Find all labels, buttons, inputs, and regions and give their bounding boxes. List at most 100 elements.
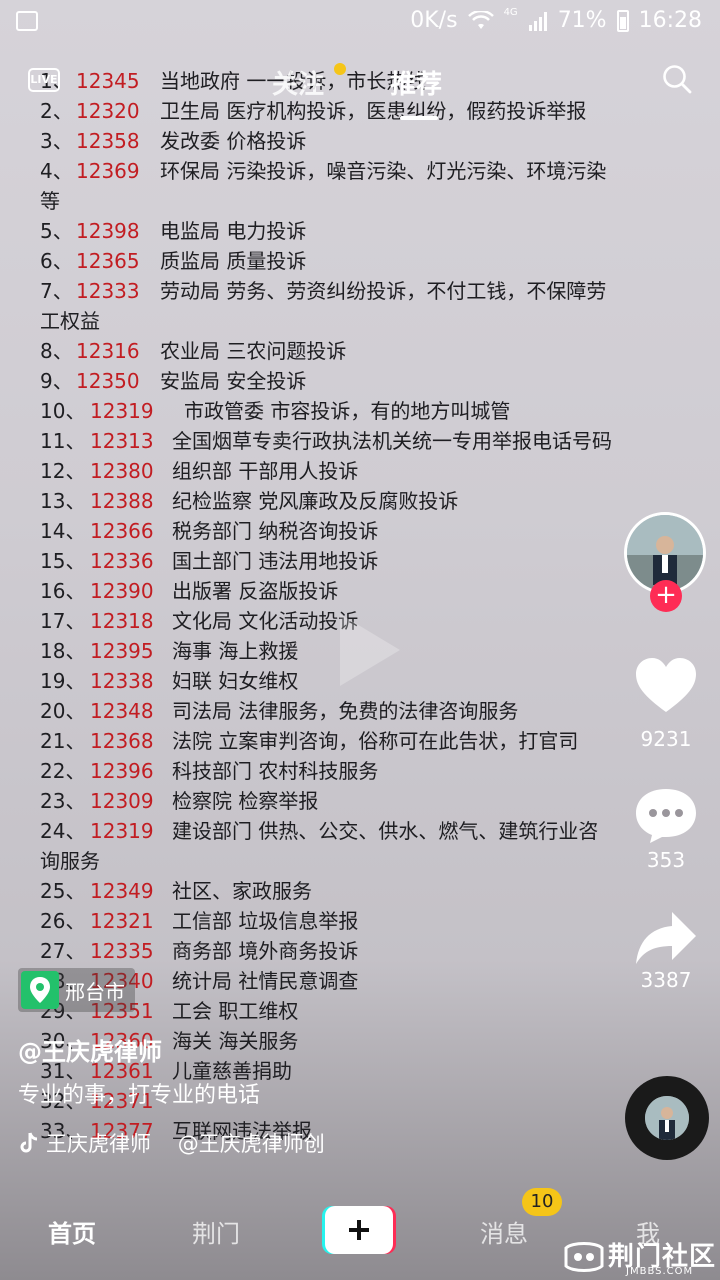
- list-item: 14、 12366 税务部门 纳税咨询投诉: [0, 516, 720, 546]
- list-item-number: 5、: [40, 219, 73, 243]
- list-item-description: 妇联 妇女维权: [172, 669, 299, 693]
- list-item-description: 工会 职工维权: [172, 999, 299, 1023]
- live-button[interactable]: LIVE: [24, 62, 64, 98]
- list-item-number: 18、: [40, 639, 86, 663]
- list-item-continuation: 工权益: [40, 309, 100, 333]
- list-item: 22、 12396 科技部门 农村科技服务: [0, 756, 720, 786]
- list-item: 5、 12398 电监局 电力投诉: [0, 216, 720, 246]
- nav-home[interactable]: 首页: [48, 1214, 96, 1249]
- list-item-code: 12313: [90, 429, 154, 453]
- share-icon[interactable]: [634, 910, 698, 966]
- clock: 16:28: [638, 8, 702, 33]
- list-item: 9、 12350 安监局 安全投诉: [0, 366, 720, 396]
- list-item: 2、 12320 卫生局 医疗机构投诉，医患纠纷，假药投诉举报: [0, 96, 720, 126]
- list-item-description: 工信部 垃圾信息举报: [172, 909, 359, 933]
- list-item-description: 劳动局 劳务、劳资纠纷投诉，不付工钱，不保障劳: [160, 279, 607, 303]
- list-item: 6、 12365 质监局 质量投诉: [0, 246, 720, 276]
- list-item-description: 发改委 价格投诉: [160, 129, 307, 153]
- list-item-code: 12345: [76, 69, 140, 93]
- list-item-code: 12316: [76, 339, 140, 363]
- list-item-number: 3、: [40, 129, 73, 153]
- list-item-number: 12、: [40, 459, 86, 483]
- list-item-number: 14、: [40, 519, 86, 543]
- list-item-description: 海事 海上救援: [172, 639, 299, 663]
- list-item-code: 12349: [90, 879, 154, 903]
- list-item-description: 海关 海关服务: [172, 1029, 299, 1053]
- create-button[interactable]: [322, 1206, 396, 1254]
- list-item: 20、 12348 司法局 法律服务，免费的法律咨询服务: [0, 696, 720, 726]
- list-item-number: 9、: [40, 369, 73, 393]
- network-speed: 0K/s: [410, 8, 458, 33]
- list-item-number: 23、: [40, 789, 86, 813]
- list-item-code: 12366: [90, 519, 154, 543]
- list-item-code: 12380: [90, 459, 154, 483]
- location-label: 邢台市: [65, 979, 125, 1004]
- location-tag[interactable]: 邢台市: [18, 968, 135, 1012]
- list-item-code: 12369: [76, 159, 140, 183]
- list-item-code: 12350: [76, 369, 140, 393]
- list-item-description: 安监局 安全投诉: [160, 369, 307, 393]
- list-item-description: 农业局 三农问题投诉: [160, 339, 347, 363]
- tab-follow[interactable]: 关注: [272, 64, 324, 101]
- list-item: 24、 12319 建设部门 供热、公交、供水、燃气、建筑行业咨: [0, 816, 720, 846]
- list-item-description: 科技部门 农村科技服务: [172, 759, 379, 783]
- list-item: 27、 12335 商务部 境外商务投诉: [0, 936, 720, 966]
- music-label: 王庆虎律师 @王庆虎律师创: [46, 1132, 325, 1156]
- battery-icon: [616, 9, 629, 32]
- list-item: 21、 12368 法院 立案审判咨询，俗称可在此告状，打官司: [0, 726, 720, 756]
- watermark-logo: 荆门社区 JMBBS.COM: [560, 1234, 720, 1280]
- music-disc[interactable]: [625, 1076, 709, 1160]
- list-item-description: 商务部 境外商务投诉: [172, 939, 359, 963]
- list-item: 25、 12349 社区、家政服务: [0, 876, 720, 906]
- list-item-code: 12338: [90, 669, 154, 693]
- list-item-description: 统计局 社情民意调查: [172, 969, 359, 993]
- share-count: 3387: [640, 968, 692, 992]
- list-item-code: 12321: [90, 909, 154, 933]
- wifi-icon: [467, 10, 494, 29]
- list-item-number: 8、: [40, 339, 73, 363]
- list-item-code: 12336: [90, 549, 154, 573]
- list-item-number: 16、: [40, 579, 86, 603]
- list-item-code: 12319: [90, 819, 154, 843]
- message-badge: 10: [522, 1188, 562, 1216]
- disc-cover: [645, 1096, 689, 1140]
- like-icon[interactable]: [634, 656, 698, 714]
- list-item-description: 检察院 检察举报: [172, 789, 319, 813]
- list-item-description: 社区、家政服务: [172, 879, 312, 903]
- new-content-dot: [334, 63, 346, 75]
- list-item-description: 国土部门 违法用地投诉: [172, 549, 379, 573]
- list-item-code: 12309: [90, 789, 154, 813]
- list-item-number: 11、: [40, 429, 86, 453]
- list-item-description: 纪检监察 党风廉政及反腐败投诉: [172, 489, 459, 513]
- list-item-description: 建设部门 供热、公交、供水、燃气、建筑行业咨: [172, 819, 599, 843]
- list-item-description: 卫生局 医疗机构投诉，医患纠纷，假药投诉举报: [160, 99, 587, 123]
- follow-button[interactable]: +: [650, 580, 682, 612]
- list-item: 7、 12333 劳动局 劳务、劳资纠纷投诉，不付工钱，不保障劳: [0, 276, 720, 306]
- list-item-description: 出版署 反盗版投诉: [172, 579, 339, 603]
- list-item-number: 4、: [40, 159, 73, 183]
- comment-count: 353: [646, 848, 686, 872]
- active-tab-indicator: [400, 116, 438, 120]
- list-item-number: 15、: [40, 549, 86, 573]
- list-item-description: 司法局 法律服务，免费的法律咨询服务: [172, 699, 519, 723]
- list-item-number: 26、: [40, 909, 86, 933]
- nav-messages[interactable]: 消息: [480, 1214, 528, 1249]
- location-pin-icon: [21, 971, 59, 1009]
- search-icon[interactable]: [662, 64, 692, 94]
- video-caption: 专业的事，打专业的电话: [18, 1083, 261, 1108]
- list-item-continuation: 询服务: [40, 849, 100, 873]
- nav-hot[interactable]: 荆门: [192, 1214, 240, 1249]
- list-item-number: 10、: [40, 399, 86, 423]
- tiktok-note-icon: [20, 1132, 38, 1153]
- tab-recommend[interactable]: 推荐: [390, 64, 442, 101]
- list-item-description: 组织部 干部用人投诉: [172, 459, 359, 483]
- list-item: 1、 12345 当地政府 一一投诉，市长热线: [0, 66, 720, 96]
- author-name[interactable]: @王庆虎律师: [18, 1032, 162, 1067]
- comment-icon[interactable]: [634, 785, 698, 845]
- list-item: 11、 12313 全国烟草专卖行政执法机关统一专用举报电话号码: [0, 426, 720, 456]
- play-icon[interactable]: [318, 604, 410, 696]
- list-item: 3、 12358 发改委 价格投诉: [0, 126, 720, 156]
- list-item-code: 12318: [90, 609, 154, 633]
- list-item-code: 12348: [90, 699, 154, 723]
- music-info[interactable]: 王庆虎律师 @王庆虎律师创: [18, 1128, 325, 1158]
